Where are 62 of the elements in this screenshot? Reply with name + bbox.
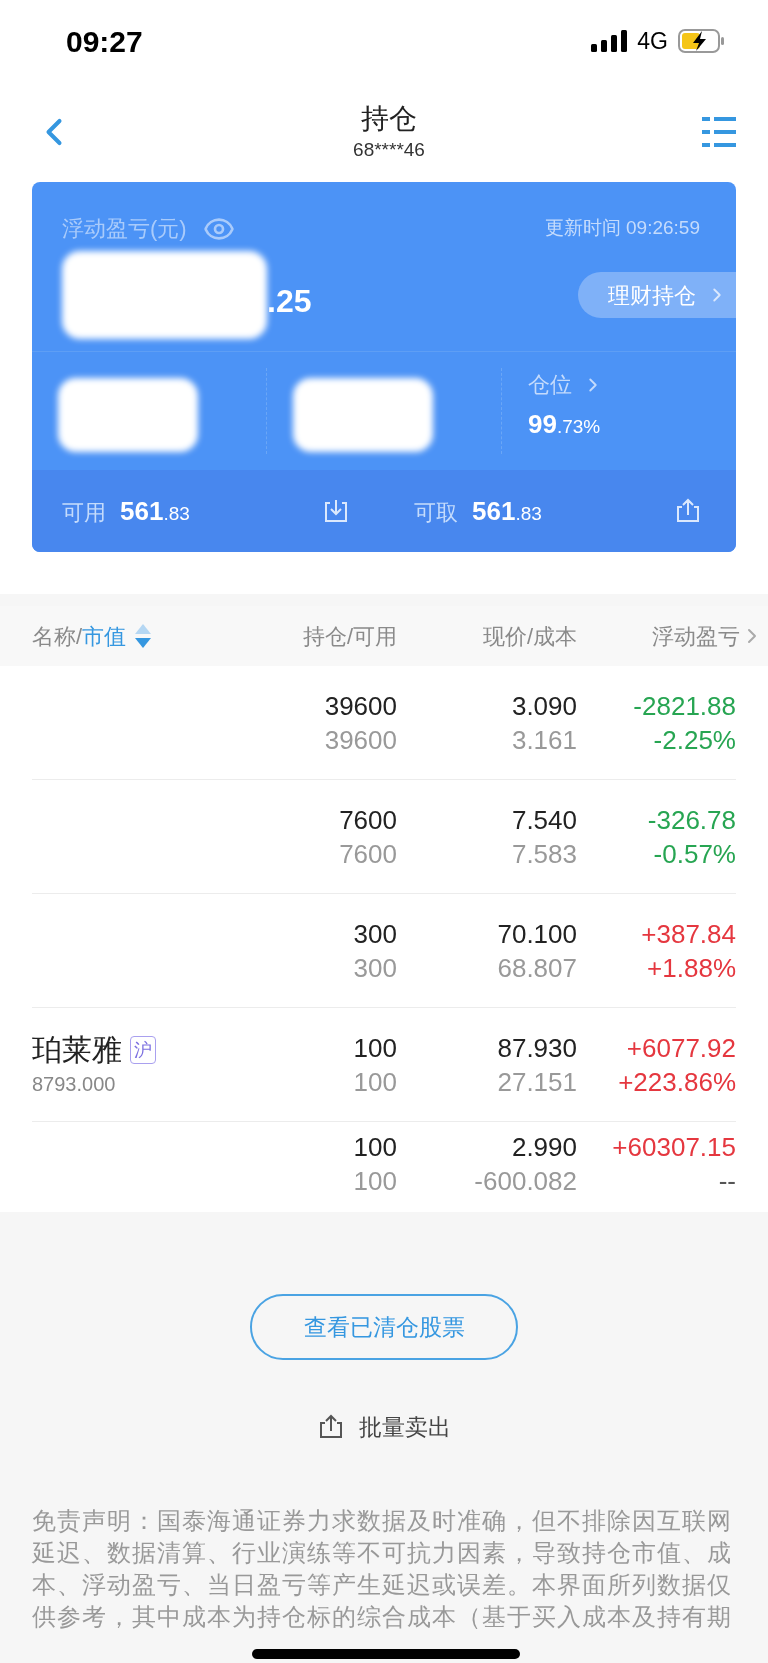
current-price: 87.930 bbox=[497, 1031, 577, 1065]
current-price: 2.990 bbox=[511, 1131, 577, 1164]
cost-price: 3.161 bbox=[511, 723, 577, 757]
floating-pnl: +60307.15 bbox=[612, 1131, 736, 1164]
available-quantity: 300 bbox=[353, 951, 397, 985]
available-quantity: 100 bbox=[353, 1065, 397, 1099]
column-header: 现价/成本 bbox=[482, 622, 577, 651]
account-number: 68****46 bbox=[353, 138, 425, 162]
cost-price: 7.583 bbox=[511, 837, 577, 871]
available-quantity: 7600 bbox=[339, 837, 397, 871]
fund-amount: 561.83 bbox=[472, 494, 542, 528]
stock-name: 珀莱雅 bbox=[32, 1031, 122, 1068]
floating-pnl-percent: -- bbox=[718, 1165, 736, 1198]
signal-icon bbox=[591, 30, 628, 52]
floating-pnl-value: .25 bbox=[267, 282, 312, 321]
holding-quantity: 7600 bbox=[339, 803, 397, 837]
floating-pnl: -2821.88 bbox=[633, 689, 736, 723]
fund-label: 可用 bbox=[62, 498, 106, 527]
holding-row[interactable]: 100 100 2.990 -600.082 +60307.15 -- bbox=[32, 1122, 736, 1212]
tray-download-icon[interactable] bbox=[322, 497, 350, 525]
page-title: 持仓 bbox=[361, 102, 417, 136]
holding-quantity: 39600 bbox=[324, 689, 397, 723]
column-header: 浮动盈亏 bbox=[652, 622, 740, 651]
floating-pnl: +6077.92 bbox=[626, 1031, 736, 1065]
sort-icon[interactable] bbox=[134, 623, 153, 649]
column-header: 持仓/可用 bbox=[302, 622, 397, 651]
menu-icon[interactable] bbox=[702, 117, 736, 147]
floating-pnl-percent: -0.57% bbox=[653, 837, 736, 871]
holding-row[interactable]: 39600 39600 3.090 3.161 -2821.88 -2.25% bbox=[32, 666, 736, 780]
market-badge: 沪 bbox=[130, 1035, 156, 1064]
current-price: 3.090 bbox=[511, 689, 577, 723]
share-icon[interactable] bbox=[674, 497, 702, 525]
position-ratio-value: 99.73% bbox=[528, 408, 602, 441]
available-quantity: 100 bbox=[353, 1165, 397, 1198]
floating-pnl-percent: -2.25% bbox=[653, 723, 736, 757]
holding-quantity: 300 bbox=[353, 917, 397, 951]
current-price: 7.540 bbox=[511, 803, 577, 837]
holding-row[interactable]: 300 300 70.100 68.807 +387.84 +1.88% bbox=[32, 894, 736, 1008]
network-label: 4G bbox=[637, 26, 668, 56]
cost-price: 68.807 bbox=[497, 951, 577, 985]
fund-amount: 561.83 bbox=[120, 494, 190, 528]
floating-pnl: -326.78 bbox=[647, 803, 736, 837]
status-time: 09:27 bbox=[66, 23, 143, 60]
floating-pnl-percent: +1.88% bbox=[647, 951, 736, 985]
disclaimer-text: 免责声明：国泰海通证券力求数据及时准确，但不排除因互联网延迟、数据清算、行业演练等不可抗力因素，导致持仓市值、成本、浮动盈亏、当日盈亏等产生延迟或误差。本界面所列数据仅供参考，其中成本为持仓标的综合成本（基于买入成本及持有期 bbox=[32, 1505, 733, 1632]
cost-price: -600.082 bbox=[474, 1165, 577, 1198]
available-quantity: 39600 bbox=[324, 723, 397, 757]
holding-quantity: 100 bbox=[353, 1031, 397, 1065]
batch-sell-button[interactable]: 批量卖出 bbox=[359, 1410, 451, 1445]
current-price: 70.100 bbox=[497, 917, 577, 951]
floating-pnl: +387.84 bbox=[641, 917, 736, 951]
market-value: 8793.000 bbox=[32, 1071, 117, 1097]
cost-price: 27.151 bbox=[497, 1065, 577, 1099]
floating-pnl-label: 浮动盈亏(元) bbox=[62, 215, 187, 243]
update-time: 更新时间 09:26:59 bbox=[544, 216, 700, 241]
holding-row[interactable]: 7600 7600 7.540 7.583 -326.78 -0.57% bbox=[32, 780, 736, 894]
holding-quantity: 100 bbox=[353, 1131, 397, 1164]
holding-row[interactable]: 珀莱雅 沪 8793.000 100 100 87.930 27.151 +6077.92 +223.86% bbox=[32, 1008, 736, 1122]
battery-icon bbox=[678, 29, 726, 53]
floating-pnl-percent: +223.86% bbox=[618, 1065, 736, 1099]
fund-label: 可取 bbox=[414, 498, 458, 527]
position-ratio-label: 仓位 bbox=[528, 371, 572, 399]
